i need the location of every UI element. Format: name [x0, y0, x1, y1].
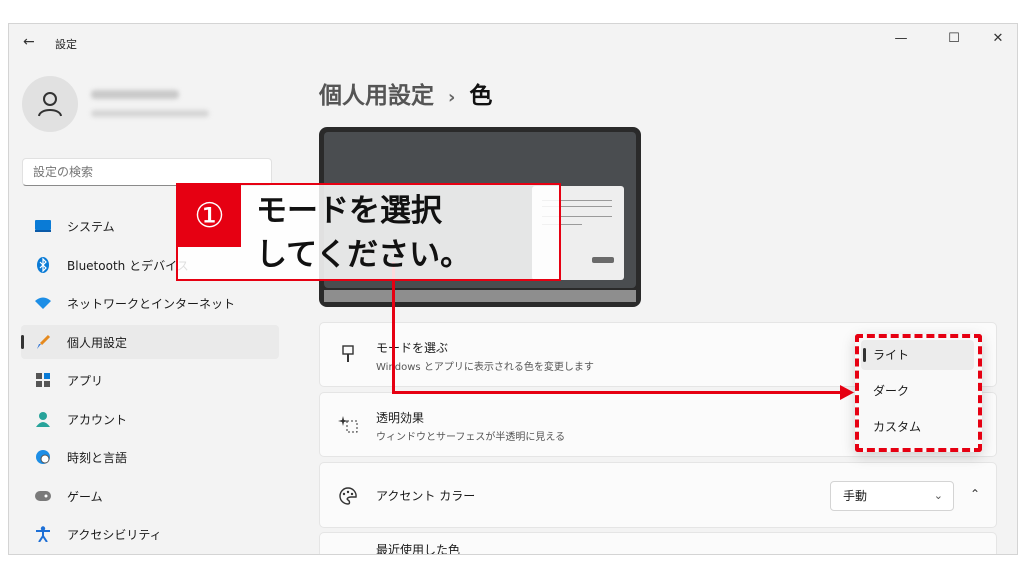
chevron-down-icon: ⌄ — [933, 489, 943, 502]
mode-dropdown-menu: ライト ダーク カスタム — [855, 334, 982, 452]
annotation-arrowhead — [840, 385, 854, 400]
bluetooth-icon — [35, 257, 51, 273]
sidebar-item-label: アプリ — [67, 373, 104, 388]
sidebar-item-gaming[interactable]: ゲーム — [21, 479, 279, 513]
recent-colors-section: 最近使用した色 — [319, 532, 997, 555]
sidebar-item-label: Bluetooth とデバイス — [67, 258, 189, 273]
callout-text: モードを選択 してください。 — [256, 189, 471, 277]
brush-icon — [35, 334, 51, 350]
title-bar: ← 設定 — ☐ ✕ — [9, 24, 1017, 60]
user-email-redacted — [91, 110, 209, 117]
sidebar-item-label: ゲーム — [67, 489, 103, 504]
page-title: 個人用設定 › 色 — [319, 76, 492, 110]
annotation-arrow-horizontal — [392, 391, 842, 394]
callout-line-2: してください。 — [256, 237, 472, 273]
accent-color-select[interactable]: 手動 ⌄ — [830, 481, 954, 511]
sidebar-item-apps[interactable]: アプリ — [21, 363, 279, 397]
step-badge: ① — [178, 185, 241, 247]
transparency-description: ウィンドウとサーフェスが半透明に見える — [376, 432, 566, 443]
close-button[interactable]: ✕ — [985, 29, 1011, 49]
breadcrumb-separator: › — [448, 87, 456, 108]
avatar[interactable] — [22, 76, 78, 132]
chevron-up-icon[interactable]: ⌃ — [965, 484, 985, 504]
callout-line-1: モードを選択 — [256, 193, 442, 229]
sidebar-item-label: アクセシビリティ — [67, 527, 162, 542]
sidebar-item-label: システム — [67, 219, 115, 234]
accent-color-title: アクセント カラー — [376, 489, 476, 503]
account-icon — [35, 411, 51, 427]
wifi-icon — [35, 295, 51, 311]
sidebar-item-label: アカウント — [67, 412, 128, 427]
apps-icon — [35, 372, 51, 388]
user-name-redacted — [91, 90, 179, 99]
search-input[interactable] — [22, 158, 272, 186]
selection-indicator — [21, 335, 24, 349]
sparkle-selection-icon — [338, 414, 358, 434]
settings-window: ← 設定 — ☐ ✕ システム Bluetooth とデバイス ネットワークとイ… — [8, 23, 1018, 555]
sidebar-item-personalization[interactable]: 個人用設定 — [21, 325, 279, 359]
maximize-button[interactable]: ☐ — [941, 29, 967, 49]
paintbrush-icon — [338, 344, 358, 364]
selection-indicator — [863, 348, 866, 362]
sidebar-item-label: 個人用設定 — [67, 335, 128, 350]
monitor-icon — [35, 218, 51, 234]
breadcrumb-current: 色 — [469, 83, 493, 109]
sidebar-item-accessibility[interactable]: アクセシビリティ — [21, 517, 279, 551]
mode-option-light[interactable]: ライト — [861, 340, 974, 370]
sidebar-item-label: ネットワークとインターネット — [67, 296, 236, 311]
sidebar-item-label: 時刻と言語 — [67, 450, 128, 465]
window-title: 設定 — [55, 38, 77, 51]
recent-colors-title: 最近使用した色 — [376, 543, 461, 555]
mode-option-custom[interactable]: カスタム — [861, 412, 974, 442]
transparency-title: 透明効果 — [376, 411, 425, 425]
sidebar-item-accounts[interactable]: アカウント — [21, 402, 279, 436]
accent-color-value: 手動 — [843, 489, 868, 503]
preview-taskbar — [324, 290, 636, 302]
sidebar-item-time-language[interactable]: 時刻と言語 — [21, 440, 279, 474]
person-icon — [38, 92, 62, 117]
palette-icon — [338, 486, 358, 506]
mode-description: Windows とアプリに表示される色を変更します — [376, 362, 594, 373]
globe-clock-icon — [35, 449, 51, 465]
annotation-arrow-vertical — [392, 262, 395, 393]
accessibility-icon — [35, 526, 51, 542]
minimize-button[interactable]: — — [888, 29, 914, 49]
back-icon[interactable]: ← — [23, 34, 35, 50]
mode-title: モードを選ぶ — [376, 341, 449, 355]
gamepad-icon — [35, 488, 51, 504]
mode-option-dark[interactable]: ダーク — [861, 376, 974, 406]
sidebar-item-network[interactable]: ネットワークとインターネット — [21, 286, 279, 320]
instruction-callout: ① モードを選択 してください。 — [176, 183, 561, 281]
breadcrumb-parent[interactable]: 個人用設定 — [319, 83, 434, 109]
